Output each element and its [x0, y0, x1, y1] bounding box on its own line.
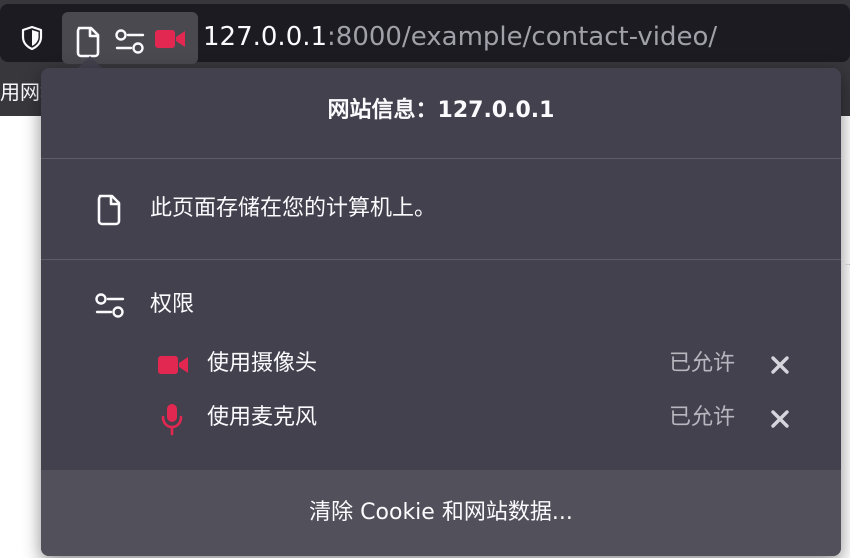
panel-title: 网站信息：127.0.0.1 [327, 98, 555, 123]
url-path: :8000/example/contact-video/ [327, 22, 718, 52]
remove-permission-button[interactable] [766, 351, 794, 379]
url-bar[interactable]: 127.0.0.1:8000/example/contact-video/ [0, 4, 850, 64]
remove-permission-button[interactable] [766, 405, 794, 433]
url-text[interactable]: 127.0.0.1:8000/example/contact-video/ [203, 21, 717, 53]
page-icon [76, 26, 100, 58]
close-icon [771, 410, 789, 428]
site-info-panel: 网站信息：127.0.0.1 此页面存储在您的计算机上。 权限 使用摄像头 已允… [41, 68, 841, 556]
camera-icon [155, 30, 185, 48]
clear-cookies-label: 清除 Cookie 和网站数据... [309, 500, 573, 525]
storage-info-text: 此页面存储在您的计算机上。 [150, 196, 437, 221]
panel-arrow [78, 56, 102, 68]
browser-toolbar: 127.0.0.1:8000/example/contact-video/ [0, 0, 850, 68]
permissions-heading: 权限 [150, 292, 195, 317]
tracking-protection-button[interactable] [14, 20, 50, 56]
divider [41, 259, 841, 260]
camera-icon [158, 356, 188, 374]
microphone-icon [161, 404, 183, 436]
divider [41, 158, 841, 159]
page-icon [97, 194, 121, 226]
permission-status: 已允许 [669, 405, 736, 430]
permissions-icon [115, 29, 145, 54]
permission-label: 使用麦克风 [207, 405, 318, 430]
permission-status: 已允许 [669, 351, 736, 376]
clear-cookies-button[interactable]: 清除 Cookie 和网站数据... [41, 470, 841, 556]
permissions-icon [95, 293, 125, 318]
shield-icon [21, 25, 43, 51]
url-host: 127.0.0.1 [203, 22, 328, 52]
permission-label: 使用摄像头 [207, 351, 318, 376]
close-icon [771, 356, 789, 374]
